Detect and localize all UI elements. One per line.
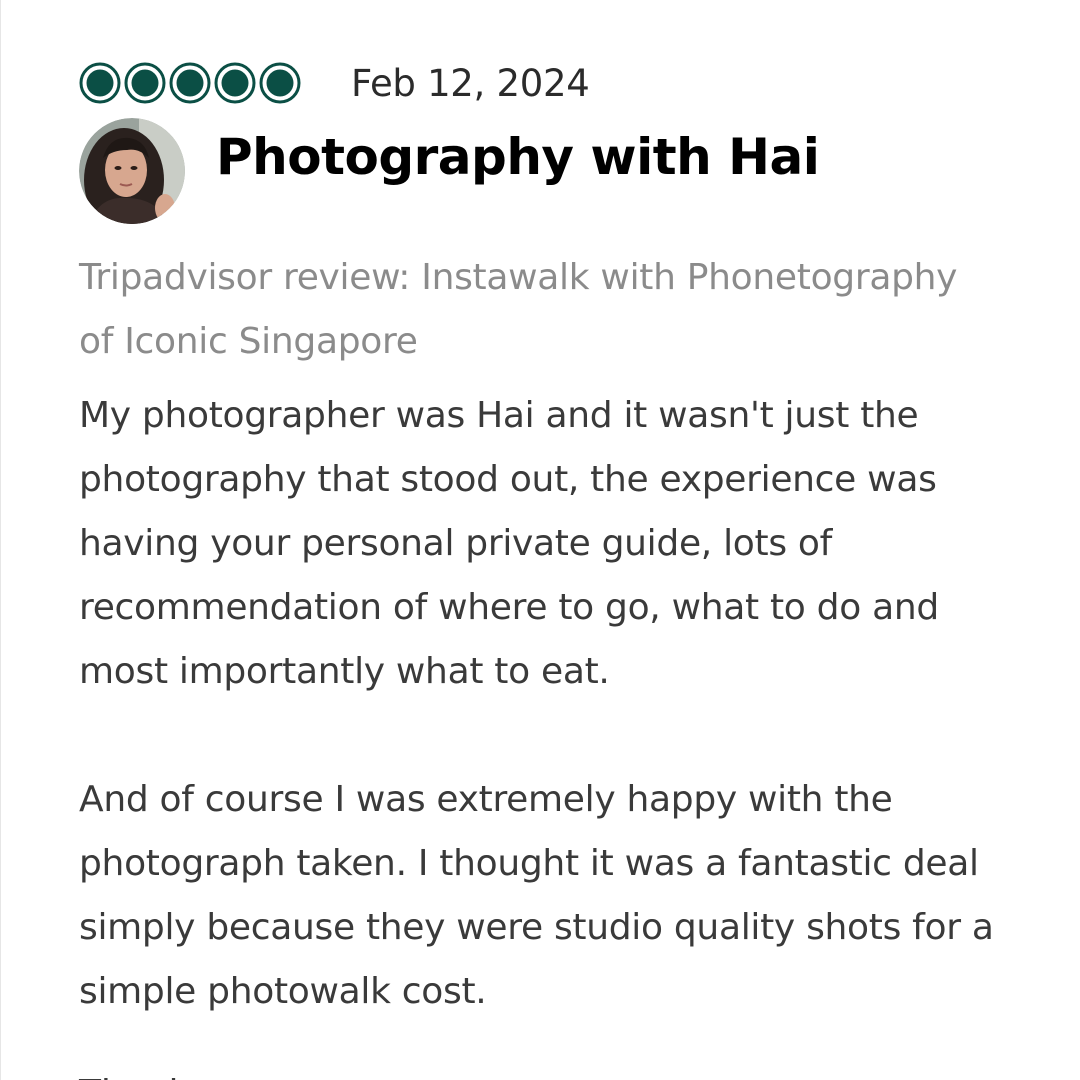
review-body-line: And of course I was extremely happy with… (79, 779, 893, 820)
review-source[interactable]: Tripadvisor review: Instawalk with Phone… (79, 246, 1080, 374)
rating-bubble-icon (79, 62, 121, 104)
rating-bubble-icon (169, 62, 211, 104)
rating-bubbles (79, 62, 301, 104)
review-body-line: simply because they were studio quality … (79, 907, 994, 948)
review-source-line: of Iconic Singapore (79, 321, 418, 362)
review-body-line: My photographer was Hai and it wasn't ju… (79, 395, 919, 436)
reviewer-avatar[interactable] (79, 118, 185, 224)
review-body-paragraph: My photographer was Hai and it wasn't ju… (79, 384, 1080, 704)
review-source-line: Tripadvisor review: Instawalk with Phone… (79, 257, 958, 298)
review-body-line: photograph taken. I thought it was a fan… (79, 843, 979, 884)
review-title[interactable]: Photography with Hai (216, 122, 820, 192)
review-body-line: having your personal private guide, lots… (79, 523, 833, 564)
review-body-line: photography that stood out, the experien… (79, 459, 937, 500)
review-date: Feb 12, 2024 (351, 61, 590, 105)
rating-row: Feb 12, 2024 (79, 60, 590, 106)
review-card: Feb 12, 2024 Photography with Hai Tripad… (0, 0, 1080, 1080)
review-body-line: most importantly what to eat. (79, 651, 610, 692)
review-body-cutoff-line: Thank (79, 1062, 190, 1080)
rating-bubble-icon (259, 62, 301, 104)
review-body-line: recommendation of where to go, what to d… (79, 587, 939, 628)
rating-bubble-icon (124, 62, 166, 104)
review-body-line: simple photowalk cost. (79, 971, 487, 1012)
review-body-paragraph: And of course I was extremely happy with… (79, 768, 1080, 1024)
rating-bubble-icon (214, 62, 256, 104)
